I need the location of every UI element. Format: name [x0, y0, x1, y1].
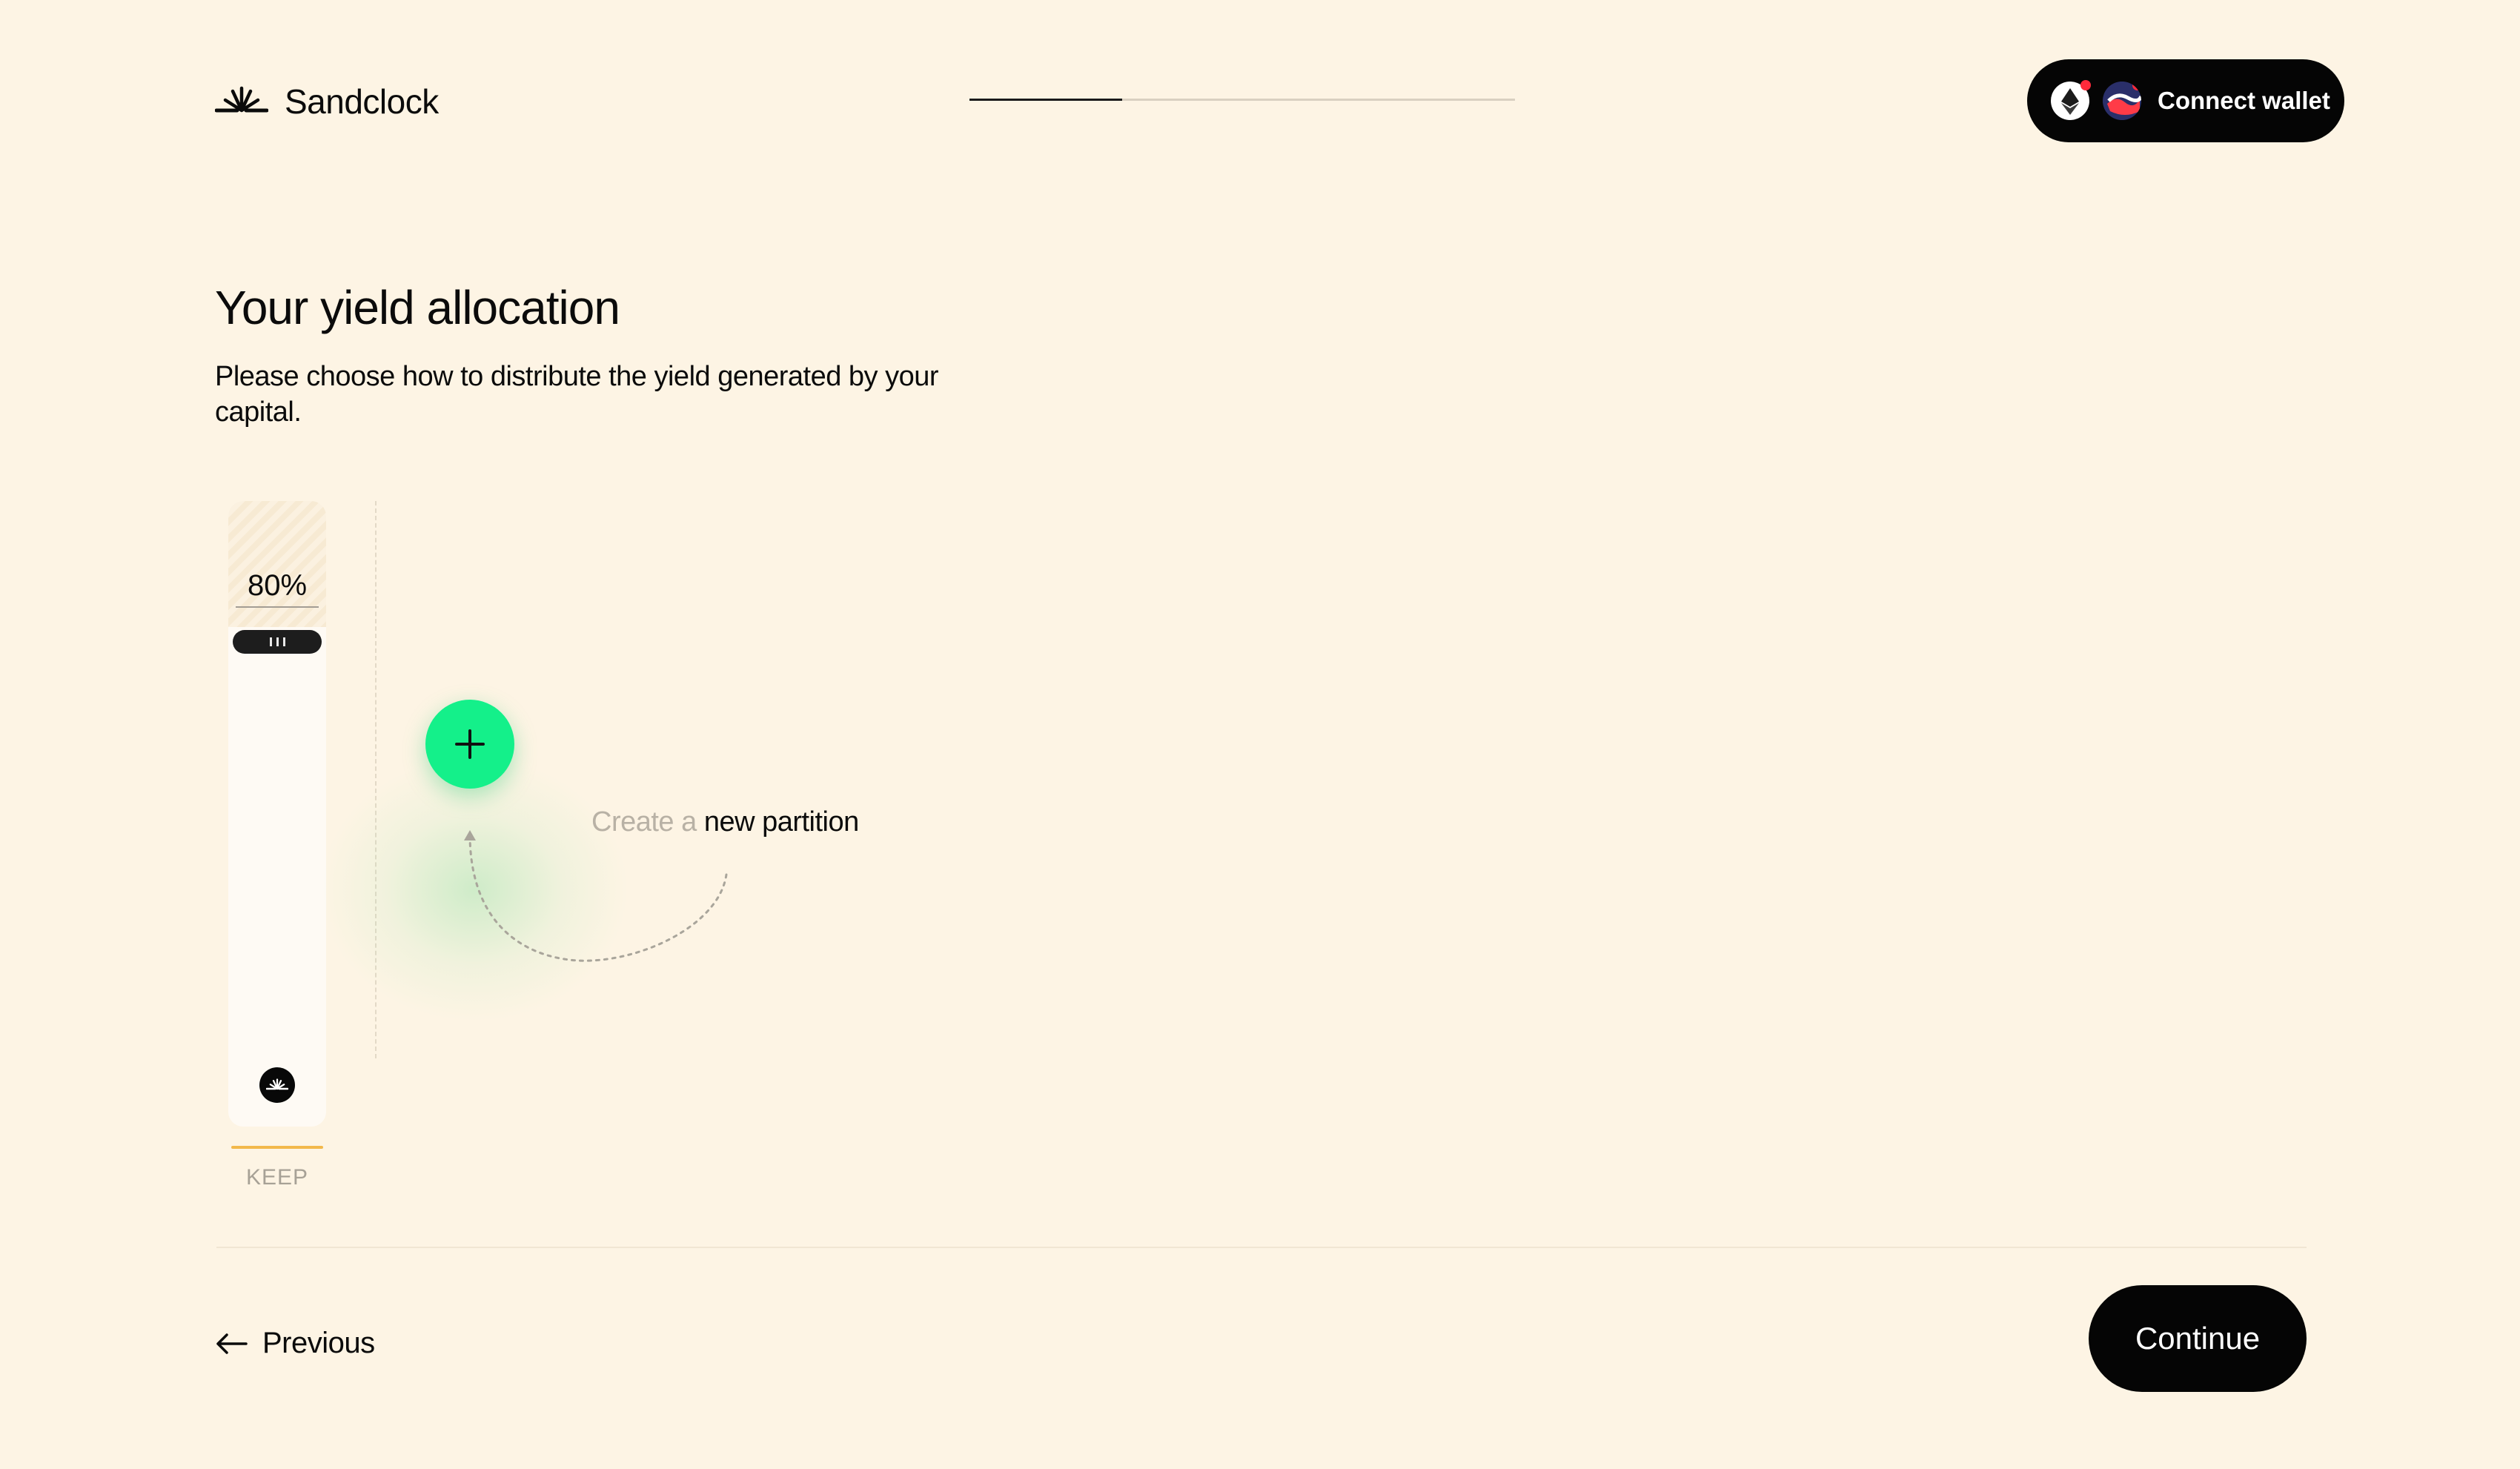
connect-wallet-label: Connect wallet [2158, 87, 2330, 114]
page-subtitle: Please choose how to distribute the yiel… [215, 361, 939, 428]
optimism-icon [2103, 82, 2141, 120]
previous-label: Previous [262, 1327, 375, 1359]
create-hint-emphasis: new partition [703, 806, 859, 838]
sandclock-logo-icon [215, 86, 268, 113]
partition-percent[interactable]: 80% [228, 569, 326, 603]
partition-unallocated-area [228, 501, 326, 627]
step-progress-fill [969, 99, 1123, 101]
previous-button[interactable]: Previous [215, 1327, 375, 1360]
add-partition-button[interactable] [425, 700, 514, 789]
connect-wallet-button[interactable]: Connect wallet [2027, 59, 2344, 142]
footer-divider [216, 1247, 2307, 1248]
step-progress-bar [969, 99, 1515, 101]
dashed-arrow-icon [464, 830, 728, 962]
sandclock-logo-icon [259, 1067, 295, 1103]
brand-name: Sandclock [285, 82, 439, 121]
partition-accent-bar [231, 1146, 323, 1149]
page-title: Your yield allocation [215, 281, 620, 334]
create-hint-muted: Create a [591, 806, 704, 838]
continue-button[interactable]: Continue [2089, 1285, 2307, 1392]
create-partition-hint: Create a new partition [591, 806, 859, 838]
ethereum-icon [2051, 80, 2091, 120]
plus-icon [455, 729, 485, 759]
brand-logo[interactable]: Sandclock [215, 82, 439, 122]
arrow-left-icon [216, 1333, 248, 1354]
partition-percent-underline [236, 606, 319, 608]
drag-handle-icon[interactable] [233, 630, 322, 654]
partition-name: KEEP [245, 1165, 309, 1190]
